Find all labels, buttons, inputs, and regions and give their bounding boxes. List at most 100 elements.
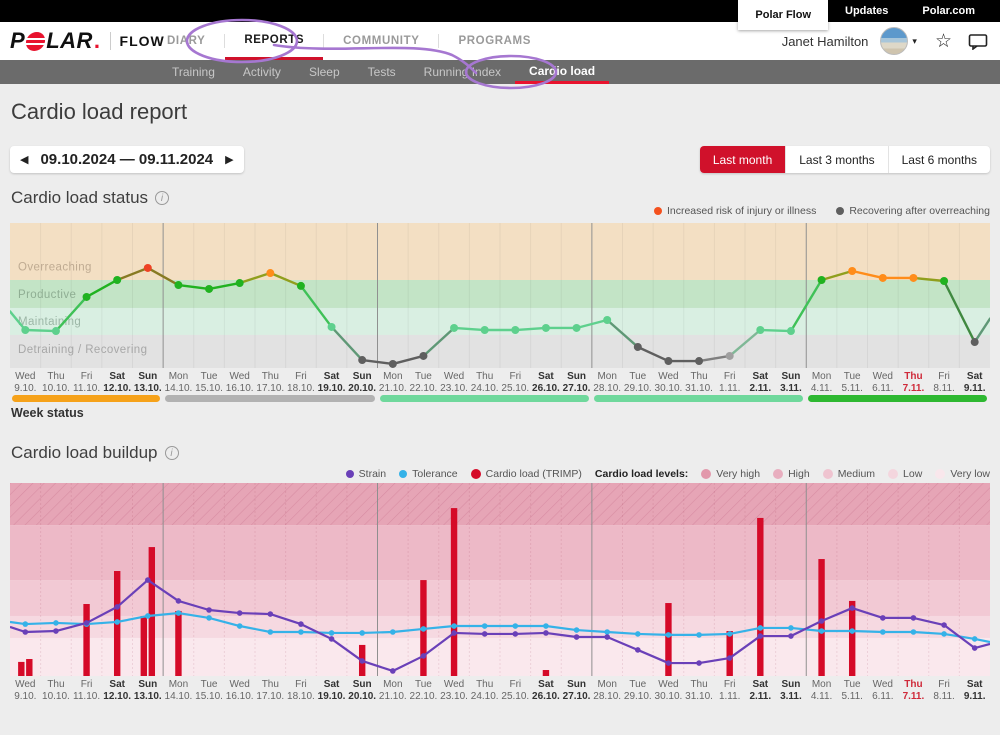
status-legend: Increased risk of injury or illnessRecov…: [654, 205, 990, 217]
axis-day-sat-2-11: Sat2.11.: [745, 371, 776, 395]
axis-day-thu-17-10: Thu17.10.: [255, 679, 286, 703]
axis-date: 16.10.: [224, 691, 255, 703]
axis-day-thu-10-10: Thu10.10.: [41, 371, 72, 395]
axis-dow: Mon: [163, 371, 194, 383]
axis-date: 7.11.: [898, 691, 929, 703]
chevron-down-icon[interactable]: ▾: [912, 36, 917, 47]
svg-text:Overreaching: Overreaching: [18, 262, 92, 274]
axis-dow: Wed: [10, 371, 41, 383]
subnav-item-sleep[interactable]: Sleep: [295, 60, 354, 84]
legend-item-cardio-load-trimp: Cardio load (TRIMP): [471, 468, 582, 480]
axis-dow: Sun: [133, 371, 164, 383]
legend-item-very-high: Very high: [701, 468, 760, 480]
axis-date: 9.10.: [10, 691, 41, 703]
axis-dow: Tue: [194, 371, 225, 383]
legend-dot-icon: [773, 469, 783, 479]
nav-item-programs[interactable]: PROGRAMS: [439, 22, 550, 60]
user-name[interactable]: Janet Hamilton: [782, 34, 869, 49]
axis-date: 20.10.: [347, 691, 378, 703]
axis-day-thu-10-10: Thu10.10.: [41, 679, 72, 703]
axis-day-fri-8-11: Fri8.11.: [929, 371, 960, 395]
axis-dow: Thu: [684, 371, 715, 383]
prev-period-button[interactable]: ◀: [16, 153, 32, 166]
axis-day-sat-2-11: Sat2.11.: [745, 679, 776, 703]
axis-date: 15.10.: [194, 691, 225, 703]
axis-day-wed-16-10: Wed16.10.: [224, 679, 255, 703]
axis-day-fri-1-11: Fri1.11.: [714, 679, 745, 703]
legend-dot-icon: [836, 207, 844, 215]
topbar-tab-polar-flow[interactable]: Polar Flow: [738, 0, 828, 30]
info-icon[interactable]: i: [155, 191, 169, 205]
axis-day-sat-9-11: Sat9.11.: [959, 371, 990, 395]
axis-dow: Sun: [347, 679, 378, 691]
axis-date: 9.11.: [959, 383, 990, 395]
status-heading-text: Cardio load status: [11, 188, 148, 208]
axis-dow: Wed: [868, 371, 899, 383]
axis-dow: Thu: [255, 679, 286, 691]
axis-date: 15.10.: [194, 383, 225, 395]
next-period-button[interactable]: ▶: [221, 153, 237, 166]
axis-date: 8.11.: [929, 691, 960, 703]
axis-day-sun-3-11: Sun3.11.: [776, 371, 807, 395]
legend-dot-icon: [346, 470, 354, 478]
axis-dow: Fri: [929, 679, 960, 691]
axis-dow: Fri: [71, 679, 102, 691]
axis-dow: Thu: [684, 679, 715, 691]
last-6-months-button[interactable]: Last 6 months: [888, 146, 990, 173]
axis-day-sat-12-10: Sat12.10.: [102, 371, 133, 395]
nav-item-community[interactable]: COMMUNITY: [324, 22, 438, 60]
axis-dow: Tue: [194, 679, 225, 691]
nav-item-diary[interactable]: DIARY: [148, 22, 224, 60]
axis-day-wed-6-11: Wed6.11.: [868, 371, 899, 395]
subnav-item-tests[interactable]: Tests: [354, 60, 410, 84]
legend-dot-icon: [654, 207, 662, 215]
axis-dow: Mon: [592, 371, 623, 383]
cardio-load-status-chart[interactable]: OverreachingProductiveMaintainingDetrain…: [10, 223, 990, 368]
subnav-item-activity[interactable]: Activity: [229, 60, 295, 84]
legend-item-low: Low: [888, 468, 922, 480]
axis-date: 21.10.: [378, 691, 409, 703]
axis-date: 3.11.: [776, 383, 807, 395]
axis-date: 23.10.: [439, 691, 470, 703]
axis-day-sat-26-10: Sat26.10.: [531, 679, 562, 703]
axis-dow: Wed: [224, 371, 255, 383]
nav-item-reports[interactable]: REPORTS: [225, 22, 323, 60]
axis-dow: Sat: [531, 371, 562, 383]
buildup-section-heading: Cardio load buildup i: [11, 443, 179, 463]
subnav-item-training[interactable]: Training: [158, 60, 229, 84]
buildup-heading-text: Cardio load buildup: [11, 443, 158, 463]
axis-date: 13.10.: [133, 691, 164, 703]
favorites-star-icon[interactable]: ☆: [935, 30, 952, 53]
feedback-bubble-icon[interactable]: [968, 33, 988, 50]
subnav-item-running-index[interactable]: Running Index: [410, 60, 515, 84]
axis-dow: Thu: [41, 371, 72, 383]
axis-date: 1.11.: [714, 383, 745, 395]
axis-date: 27.10.: [561, 383, 592, 395]
axis-dow: Mon: [806, 371, 837, 383]
axis-dow: Sat: [316, 679, 347, 691]
axis-day-tue-15-10: Tue15.10.: [194, 679, 225, 703]
axis-day-sun-3-11: Sun3.11.: [776, 679, 807, 703]
cardio-load-buildup-chart[interactable]: [10, 483, 990, 676]
axis-day-mon-21-10: Mon21.10.: [378, 679, 409, 703]
avatar[interactable]: [880, 27, 908, 55]
topbar-tab-polar-com[interactable]: Polar.com: [905, 0, 992, 22]
legend-label: Increased risk of injury or illness: [667, 205, 816, 217]
date-range-picker: ◀ 09.10.2024 — 09.11.2024 ▶: [10, 146, 244, 173]
polar-logo[interactable]: PLAR.: [10, 28, 101, 54]
legend-label: Very high: [716, 468, 760, 480]
axis-date: 16.10.: [224, 383, 255, 395]
last-month-button[interactable]: Last month: [700, 146, 785, 173]
subnav-item-cardio-load[interactable]: Cardio load: [515, 60, 609, 84]
axis-dow: Tue: [623, 679, 654, 691]
info-icon[interactable]: i: [165, 446, 179, 460]
logo-dot: .: [94, 28, 101, 54]
axis-date: 19.10.: [316, 691, 347, 703]
last-3-months-button[interactable]: Last 3 months: [785, 146, 887, 173]
axis-dow: Sat: [316, 371, 347, 383]
topbar-tab-updates[interactable]: Updates: [828, 0, 905, 22]
axis-dow: Sun: [561, 679, 592, 691]
axis-dow: Sat: [959, 371, 990, 383]
legend-dot-icon: [701, 469, 711, 479]
legend-dot-icon: [399, 470, 407, 478]
